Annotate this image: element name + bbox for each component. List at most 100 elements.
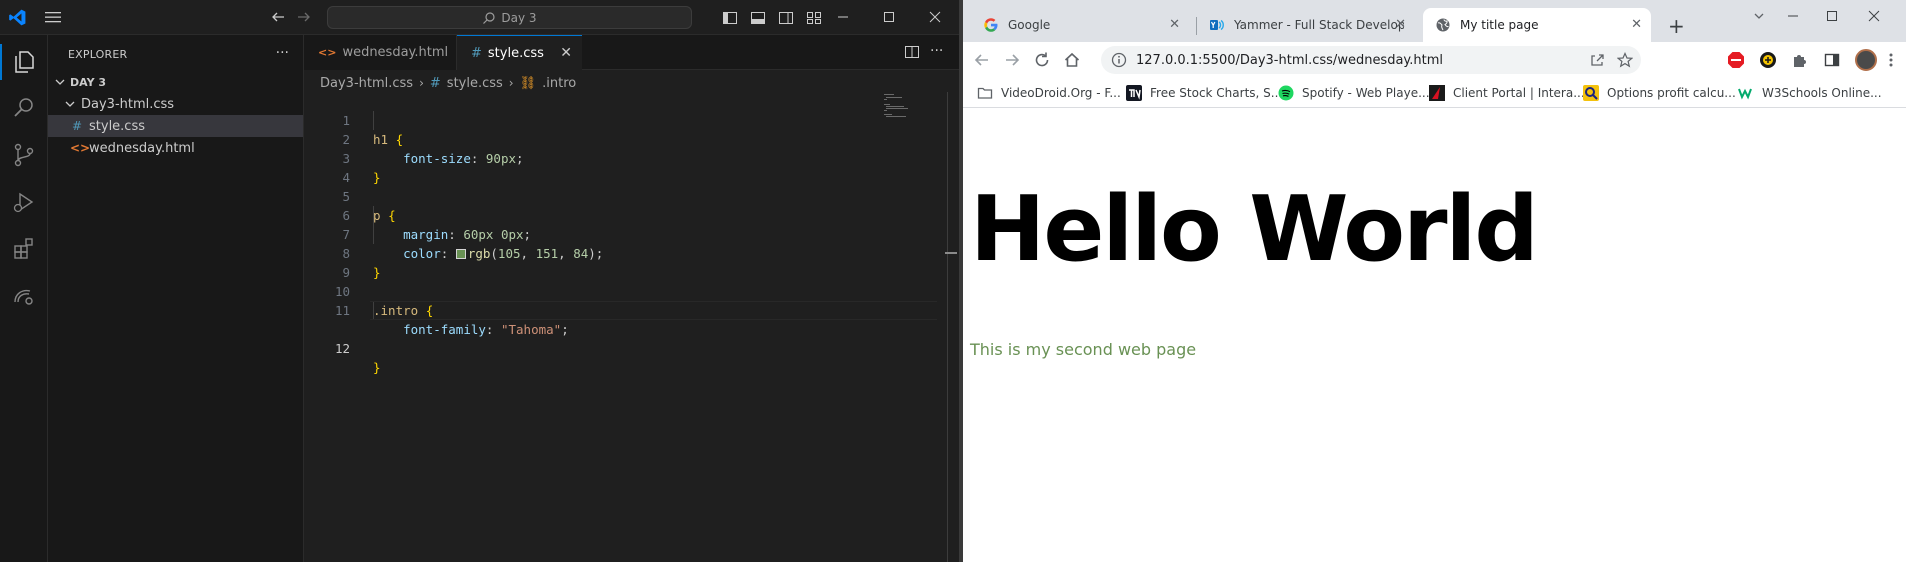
page-paragraph: This is my second web page	[970, 340, 1197, 359]
breadcrumb-folder[interactable]: Day3-html.css	[320, 76, 413, 91]
vscode-logo-icon[interactable]	[8, 8, 27, 27]
close-tab-icon[interactable]: ✕	[1631, 17, 1642, 32]
chevron-right-icon: ›	[419, 76, 424, 90]
tree-file-wednesday-html[interactable]: <> wednesday.html	[48, 137, 303, 159]
back-arrow-icon[interactable]	[270, 9, 286, 25]
bookmark-client-portal[interactable]: Client Portal | Intera...	[1429, 85, 1585, 101]
bookmark-videodroid[interactable]: VideoDroid.Org - F...	[977, 85, 1121, 101]
globe-icon	[1436, 18, 1450, 32]
close-tab-icon[interactable]: ✕	[560, 45, 572, 61]
toggle-secondary-sidebar-icon[interactable]	[778, 10, 794, 26]
bookmark-tradingview[interactable]: Free Stock Charts, S...	[1126, 85, 1282, 101]
side-panel-icon[interactable]	[1823, 51, 1841, 69]
tree-folder-day3-html-css[interactable]: Day3-html.css	[48, 93, 303, 115]
code-line: 7 color: rgb(105, 151, 84);	[304, 206, 954, 261]
bookmarks-bar: VideoDroid.Org - F... Free Stock Charts,…	[963, 78, 1906, 108]
split-editor-icon[interactable]	[904, 44, 920, 60]
bookmark-star-icon[interactable]	[1617, 52, 1633, 68]
bookmark-spotify[interactable]: Spotify - Web Playe...	[1278, 85, 1430, 101]
extensions-puzzle-icon[interactable]	[1791, 51, 1809, 69]
customize-layout-icon[interactable]	[806, 10, 822, 26]
chrome-tabstrip: Google ✕ Yammer - Full Stack Developer ✕…	[963, 0, 1906, 42]
close-tab-icon[interactable]: ✕	[1395, 17, 1406, 32]
bookmark-options-profit[interactable]: Options profit calcu...	[1583, 85, 1736, 101]
new-tab-icon[interactable]: +	[1668, 14, 1685, 38]
back-arrow-icon[interactable]	[973, 51, 991, 69]
bookmark-w3schools[interactable]: W3Schools Online...	[1738, 85, 1882, 101]
spotify-icon	[1278, 85, 1294, 101]
chrome-window: Google ✕ Yammer - Full Stack Developer ✕…	[963, 0, 1906, 562]
extensions-icon[interactable]	[10, 235, 38, 263]
page-viewport: Hello World This is my second web page	[963, 109, 1906, 562]
explorer-files-icon[interactable]	[10, 47, 38, 75]
tab-title: Google	[1008, 18, 1051, 32]
bookmark-label: W3Schools Online...	[1762, 86, 1882, 100]
close-window-icon[interactable]	[1866, 8, 1882, 24]
editor-scrollbar[interactable]	[947, 92, 948, 562]
css-hash-icon: #	[471, 45, 482, 61]
address-bar[interactable]: 127.0.0.1:5500/Day3-html.css/wednesday.h…	[1101, 46, 1641, 74]
chrome-menu-icon[interactable]	[1889, 52, 1893, 68]
folder-icon	[977, 87, 993, 99]
code-line: 2 font-size: 90px;	[304, 111, 954, 166]
tree-file-label: style.css	[89, 118, 145, 134]
code-line-current: 12 }	[304, 301, 954, 375]
reload-icon[interactable]	[1033, 51, 1051, 69]
tree-root-day3[interactable]: DAY 3	[48, 71, 303, 93]
minimize-icon[interactable]	[834, 8, 852, 26]
interactive-brokers-icon	[1429, 85, 1445, 101]
ublock-extension-icon[interactable]	[1727, 51, 1745, 69]
run-debug-icon[interactable]	[10, 188, 38, 216]
chevron-right-icon: ›	[508, 76, 514, 90]
url-text: 127.0.0.1:5500/Day3-html.css/wednesday.h…	[1136, 52, 1444, 68]
command-center[interactable]: Day 3	[327, 6, 692, 29]
tree-root-label: DAY 3	[70, 75, 107, 89]
current-line-highlight	[370, 301, 937, 320]
search-icon[interactable]	[10, 94, 38, 122]
yammer-icon	[1210, 19, 1224, 31]
tradingview-icon	[1126, 85, 1142, 101]
maximize-icon[interactable]	[880, 8, 898, 26]
minimize-icon[interactable]	[1785, 8, 1801, 24]
tab-label: style.css	[487, 45, 544, 61]
tab-search-chevron-icon[interactable]	[1751, 8, 1767, 24]
tab-title: Yammer - Full Stack Developer	[1234, 18, 1404, 32]
tab-style-css[interactable]: # style.css ✕	[457, 35, 582, 70]
source-control-icon[interactable]	[10, 141, 38, 169]
scrollbar-cursor-marker	[945, 252, 957, 254]
line-number: 12	[334, 341, 350, 356]
tab-label: wednesday.html	[342, 45, 449, 60]
code-line: 10 .intro {	[304, 263, 954, 318]
maximize-icon[interactable]	[1824, 8, 1840, 24]
toggle-primary-sidebar-icon[interactable]	[722, 10, 738, 26]
profile-avatar[interactable]	[1855, 49, 1877, 71]
minimap[interactable]	[882, 92, 942, 132]
html-icon: <>	[318, 46, 337, 59]
tab-yammer[interactable]: Yammer - Full Stack Developer ✕	[1197, 8, 1415, 42]
editor-tabs: <> wednesday.html # style.css ✕ ···	[304, 35, 959, 70]
breadcrumb: Day3-html.css › # style.css › ⛓ .intro	[320, 74, 576, 92]
breadcrumb-symbol[interactable]: .intro	[542, 76, 576, 91]
tree-file-style-css[interactable]: # style.css	[48, 115, 303, 137]
home-icon[interactable]	[1063, 51, 1081, 69]
close-window-icon[interactable]	[926, 8, 944, 26]
tab-my-title-page[interactable]: My title page ✕	[1423, 8, 1651, 42]
remote-explorer-icon[interactable]	[10, 282, 38, 310]
editor-group: <> wednesday.html # style.css ✕ ··· Day3…	[304, 35, 959, 562]
tab-wednesday-html[interactable]: <> wednesday.html	[304, 35, 457, 70]
bookmark-label: Spotify - Web Playe...	[1302, 86, 1430, 100]
close-tab-icon[interactable]: ✕	[1169, 17, 1180, 32]
toggle-panel-icon[interactable]	[750, 10, 766, 26]
extension-icon[interactable]	[1759, 51, 1777, 69]
more-actions-icon[interactable]: ···	[276, 45, 289, 61]
code-line: 9	[304, 244, 954, 280]
site-info-icon[interactable]	[1111, 52, 1127, 68]
breadcrumb-file[interactable]: style.css	[447, 76, 503, 91]
forward-arrow-icon[interactable]	[1003, 51, 1021, 69]
share-icon[interactable]	[1589, 52, 1605, 68]
forward-arrow-icon[interactable]	[296, 9, 312, 25]
explorer-sidebar: EXPLORER ··· DAY 3 Day3-html.css # style…	[48, 35, 304, 562]
more-actions-icon[interactable]: ···	[930, 43, 946, 59]
tab-google[interactable]: Google ✕	[971, 8, 1189, 42]
menu-icon[interactable]	[44, 10, 62, 24]
